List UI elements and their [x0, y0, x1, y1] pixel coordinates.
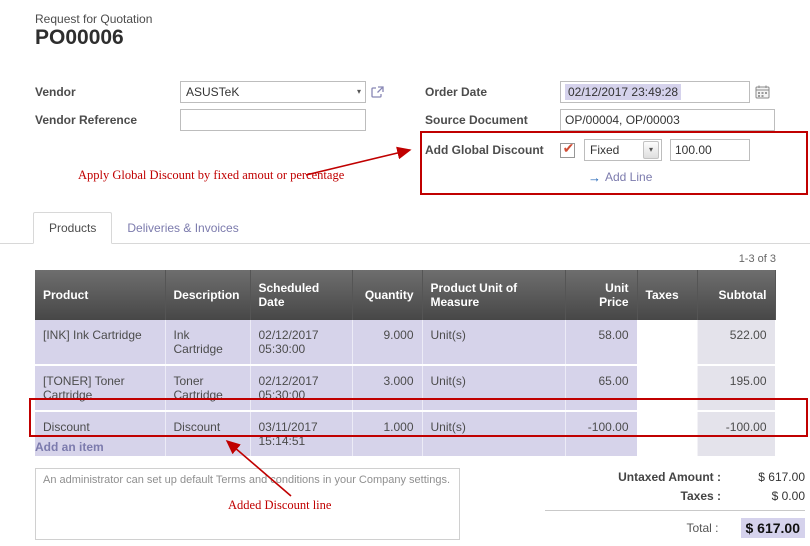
tab-products-label: Products	[49, 221, 96, 235]
vendor-label: Vendor	[35, 85, 180, 99]
order-date-label: Order Date	[425, 85, 560, 99]
total-row: Total : $ 617.00	[545, 510, 805, 538]
add-an-item-link[interactable]: Add an item	[35, 440, 104, 454]
highlight-box-discount-row	[29, 398, 808, 437]
table-header-row: Product Description Scheduled Date Quant…	[35, 270, 775, 320]
untaxed-amount-value: $ 617.00	[743, 470, 805, 484]
vendor-reference-label: Vendor Reference	[35, 113, 180, 127]
external-link-icon[interactable]	[371, 86, 384, 99]
vendor-reference-row: Vendor Reference	[35, 108, 366, 132]
total-label: Total :	[686, 521, 718, 535]
vendor-field-row: Vendor ASUSTeK ▾	[35, 80, 384, 104]
untaxed-amount-label: Untaxed Amount :	[618, 470, 721, 484]
calendar-icon[interactable]	[755, 85, 770, 99]
tab-deliveries-invoices-label: Deliveries & Invoices	[127, 221, 238, 235]
source-document-label: Source Document	[425, 113, 560, 127]
cell-uom: Unit(s)	[422, 320, 565, 365]
tab-products[interactable]: Products	[33, 212, 112, 244]
col-product[interactable]: Product	[35, 270, 165, 320]
cell-description: Ink Cartridge	[165, 320, 250, 365]
order-date-input[interactable]: 02/12/2017 23:49:28	[560, 81, 750, 103]
annotation-global-discount: Apply Global Discount by fixed amout or …	[78, 168, 344, 183]
table-row[interactable]: [INK] Ink Cartridge Ink Cartridge 02/12/…	[35, 320, 775, 365]
cell-subtotal: 522.00	[697, 320, 775, 365]
highlight-box-global-discount	[420, 131, 808, 195]
purchase-order-form: Request for Quotation PO00006 Vendor ASU…	[0, 0, 810, 546]
source-document-value: OP/00004, OP/00003	[565, 113, 680, 127]
col-unit-price[interactable]: Unit Price	[565, 270, 637, 320]
taxes-label: Taxes :	[681, 489, 721, 503]
order-date-value: 02/12/2017 23:49:28	[565, 84, 681, 100]
vendor-select[interactable]: ASUSTeK ▾	[180, 81, 366, 103]
total-value: $ 617.00	[741, 518, 806, 538]
col-subtotal[interactable]: Subtotal	[697, 270, 775, 320]
vendor-reference-input[interactable]	[180, 109, 366, 131]
taxes-value: $ 0.00	[743, 489, 805, 503]
totals-panel: Untaxed Amount : $ 617.00 Taxes : $ 0.00…	[545, 470, 805, 543]
page-title: PO00006	[35, 26, 124, 50]
untaxed-amount-row: Untaxed Amount : $ 617.00	[545, 470, 805, 484]
pager: 1-3 of 3	[739, 253, 776, 265]
col-uom[interactable]: Product Unit of Measure	[422, 270, 565, 320]
col-taxes[interactable]: Taxes	[637, 270, 697, 320]
cell-unit-price: 58.00	[565, 320, 637, 365]
col-description[interactable]: Description	[165, 270, 250, 320]
document-type-label: Request for Quotation	[35, 12, 152, 26]
annotation-discount-line: Added Discount line	[228, 498, 331, 513]
vendor-value: ASUSTeK	[186, 85, 239, 99]
terms-placeholder: An administrator can set up default Term…	[43, 474, 450, 486]
cell-scheduled-date: 02/12/2017 05:30:00	[250, 320, 352, 365]
cell-taxes	[637, 320, 697, 365]
cell-product: [INK] Ink Cartridge	[35, 320, 165, 365]
order-date-row: Order Date 02/12/2017 23:49:28	[425, 80, 770, 104]
notebook-tabs: Products Deliveries & Invoices	[0, 212, 810, 244]
source-document-input[interactable]: OP/00004, OP/00003	[560, 109, 775, 131]
chevron-down-icon: ▾	[355, 88, 363, 96]
cell-quantity: 9.000	[352, 320, 422, 365]
source-document-row: Source Document OP/00004, OP/00003	[425, 108, 775, 132]
tab-deliveries-invoices[interactable]: Deliveries & Invoices	[112, 213, 253, 243]
col-scheduled-date[interactable]: Scheduled Date	[250, 270, 352, 320]
col-quantity[interactable]: Quantity	[352, 270, 422, 320]
taxes-row: Taxes : $ 0.00	[545, 489, 805, 503]
